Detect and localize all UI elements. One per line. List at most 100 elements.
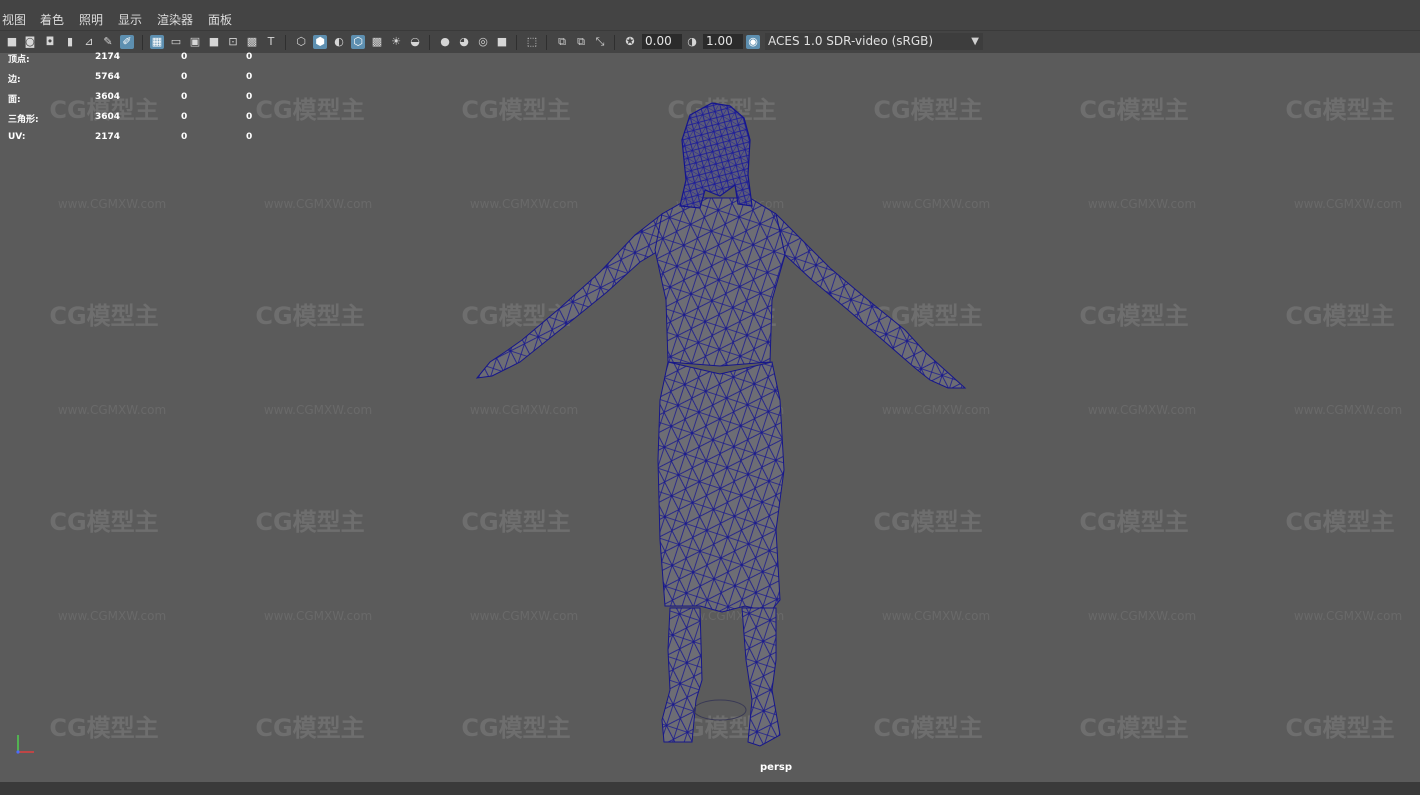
toolbar-separator bbox=[285, 35, 286, 50]
hud-value: 2174 bbox=[95, 52, 121, 62]
watermark-logo: CG模型主 bbox=[255, 96, 364, 124]
watermark-url: www.CGMXW.com bbox=[882, 403, 990, 417]
hud-value: 3604 bbox=[95, 92, 121, 102]
toolbar-separator bbox=[429, 35, 430, 50]
field-chart-icon[interactable]: ⊡ bbox=[226, 35, 240, 49]
watermark-url: www.CGMXW.com bbox=[264, 403, 372, 417]
xray-icon[interactable]: ⧉ bbox=[555, 35, 569, 49]
watermark-url: www.CGMXW.com bbox=[1088, 609, 1196, 623]
safe-action-icon[interactable]: ▩ bbox=[245, 35, 259, 49]
watermark-url: www.CGMXW.com bbox=[1294, 609, 1402, 623]
bookmarks-icon[interactable]: ◘ bbox=[43, 35, 57, 49]
toolbar-separator bbox=[614, 35, 615, 50]
gate-mask-icon[interactable]: ■ bbox=[207, 35, 221, 49]
paint-tool-icon[interactable]: ✐ bbox=[120, 35, 134, 49]
menu-panels[interactable]: 面板 bbox=[208, 10, 232, 30]
hud-label: 面: bbox=[8, 95, 21, 105]
screen-space-ao-icon[interactable]: ● bbox=[438, 35, 452, 49]
toolbar-separator bbox=[142, 35, 143, 50]
watermark-logo: CG模型主 bbox=[1079, 302, 1188, 330]
watermark-logo: CG模型主 bbox=[873, 714, 982, 742]
watermark-logo: CG模型主 bbox=[255, 302, 364, 330]
watermark-logo: CG模型主 bbox=[873, 96, 982, 124]
isolate-select-icon[interactable]: ⬚ bbox=[525, 35, 539, 49]
toolbar-separator bbox=[546, 35, 547, 50]
hud-label: 边: bbox=[8, 75, 21, 85]
view-transform-label: ACES 1.0 SDR-video (sRGB) bbox=[768, 34, 934, 48]
watermark-url: www.CGMXW.com bbox=[470, 609, 578, 623]
2d-pan-zoom-icon[interactable]: ⊿ bbox=[82, 35, 96, 49]
torso-mesh bbox=[654, 197, 786, 367]
watermark-logo: CG模型主 bbox=[1079, 714, 1188, 742]
gamma-icon[interactable]: ◑ bbox=[685, 35, 699, 49]
hud-value: 5764 bbox=[95, 72, 121, 82]
menu-lighting[interactable]: 照明 bbox=[79, 10, 103, 30]
view-axis-indicator bbox=[16, 735, 34, 754]
camera-attributes-icon[interactable]: ◙ bbox=[23, 35, 37, 49]
skirt-mesh bbox=[657, 361, 785, 613]
menu-show[interactable]: 显示 bbox=[118, 10, 142, 30]
select-camera-icon[interactable]: ■ bbox=[5, 35, 19, 49]
default-material-icon[interactable]: ◐ bbox=[332, 35, 346, 49]
exposure-field[interactable]: 0.00 bbox=[642, 34, 682, 49]
view-transform-icon[interactable]: ◉ bbox=[746, 35, 760, 49]
hud-label: 顶点: bbox=[8, 55, 30, 65]
watermark-logo: CG模型主 bbox=[461, 96, 570, 124]
watermark-logo: CG模型主 bbox=[1285, 96, 1394, 124]
watermark-url: www.CGMXW.com bbox=[882, 197, 990, 211]
depth-of-field-icon[interactable]: ■ bbox=[495, 35, 509, 49]
grease-pencil-icon[interactable]: ✎ bbox=[101, 35, 115, 49]
anti-aliasing-icon[interactable]: ◎ bbox=[476, 35, 490, 49]
hud-value: 3604 bbox=[95, 112, 121, 122]
wireframe-on-shaded-icon[interactable]: ⬡ bbox=[351, 35, 365, 49]
watermark-logo: CG模型主 bbox=[255, 508, 364, 536]
lighting-icon[interactable]: ☀ bbox=[389, 35, 403, 49]
watermark-logo: CG模型主 bbox=[49, 714, 158, 742]
textured-icon[interactable]: ▩ bbox=[370, 35, 384, 49]
hud-value: 0 bbox=[246, 132, 253, 142]
xray-components-icon[interactable]: ⤡ bbox=[593, 35, 607, 49]
image-plane-icon[interactable]: ▮ bbox=[63, 35, 77, 49]
watermark-logo: CG模型主 bbox=[49, 302, 158, 330]
gamma-field[interactable]: 1.00 bbox=[703, 34, 743, 49]
safe-title-icon[interactable]: T bbox=[264, 35, 278, 49]
watermark-logo: CG模型主 bbox=[873, 508, 982, 536]
exposure-icon[interactable]: ✪ bbox=[623, 35, 637, 49]
watermark-url: www.CGMXW.com bbox=[470, 197, 578, 211]
camera-name-label: persp bbox=[760, 762, 792, 773]
hud-value: 0 bbox=[181, 52, 188, 62]
hud-value: 0 bbox=[181, 112, 188, 122]
smooth-shade-icon[interactable]: ⬢ bbox=[313, 35, 327, 49]
watermark-url: www.CGMXW.com bbox=[470, 403, 578, 417]
view-transform-dropdown[interactable]: ACES 1.0 SDR-video (sRGB) ▼ bbox=[765, 33, 983, 50]
film-gate-icon[interactable]: ▭ bbox=[169, 35, 183, 49]
z-axis-dot bbox=[16, 750, 20, 754]
chevron-down-icon: ▼ bbox=[971, 36, 979, 47]
hud-value: 2174 bbox=[95, 132, 121, 142]
viewport-toolbar: ■ ◙ ◘ ▮ ⊿ ✎ ✐ ▦ ▭ ▣ ■ ⊡ ▩ T ⬡ ⬢ ◐ ⬡ ▩ ☀ … bbox=[0, 30, 1420, 53]
right-arm-mesh bbox=[775, 212, 967, 389]
viewport-3d[interactable]: CG模型主 www.CGMXW.com CG模型主 www.CGMXW.com CG模型… bbox=[0, 52, 1420, 782]
watermark-logo: CG模型主 bbox=[1285, 714, 1394, 742]
hud-value: 0 bbox=[181, 132, 188, 142]
watermark-logo: CG模型主 bbox=[1285, 508, 1394, 536]
hud-value: 0 bbox=[246, 72, 253, 82]
watermark-url: www.CGMXW.com bbox=[264, 197, 372, 211]
bottom-strip bbox=[0, 782, 1420, 795]
watermark-logo: CG模型主 bbox=[1079, 96, 1188, 124]
watermark-logo: CG模型主 bbox=[49, 508, 158, 536]
hud-value: 0 bbox=[246, 52, 253, 62]
xray-joints-icon[interactable]: ⧉ bbox=[574, 35, 588, 49]
wireframe-icon[interactable]: ⬡ bbox=[294, 35, 308, 49]
head-hair-mesh bbox=[679, 102, 753, 209]
resolution-gate-icon[interactable]: ▣ bbox=[188, 35, 202, 49]
shadows-icon[interactable]: ◒ bbox=[408, 35, 422, 49]
menu-renderer[interactable]: 渲染器 bbox=[157, 10, 193, 30]
motion-blur-icon[interactable]: ◕ bbox=[457, 35, 471, 49]
watermark-url: www.CGMXW.com bbox=[58, 403, 166, 417]
menu-view[interactable]: 视图 bbox=[2, 10, 26, 30]
grid-icon[interactable]: ▦ bbox=[150, 35, 164, 49]
watermark-url: www.CGMXW.com bbox=[264, 609, 372, 623]
menu-shading[interactable]: 着色 bbox=[40, 10, 64, 30]
toolbar-separator bbox=[516, 35, 517, 50]
